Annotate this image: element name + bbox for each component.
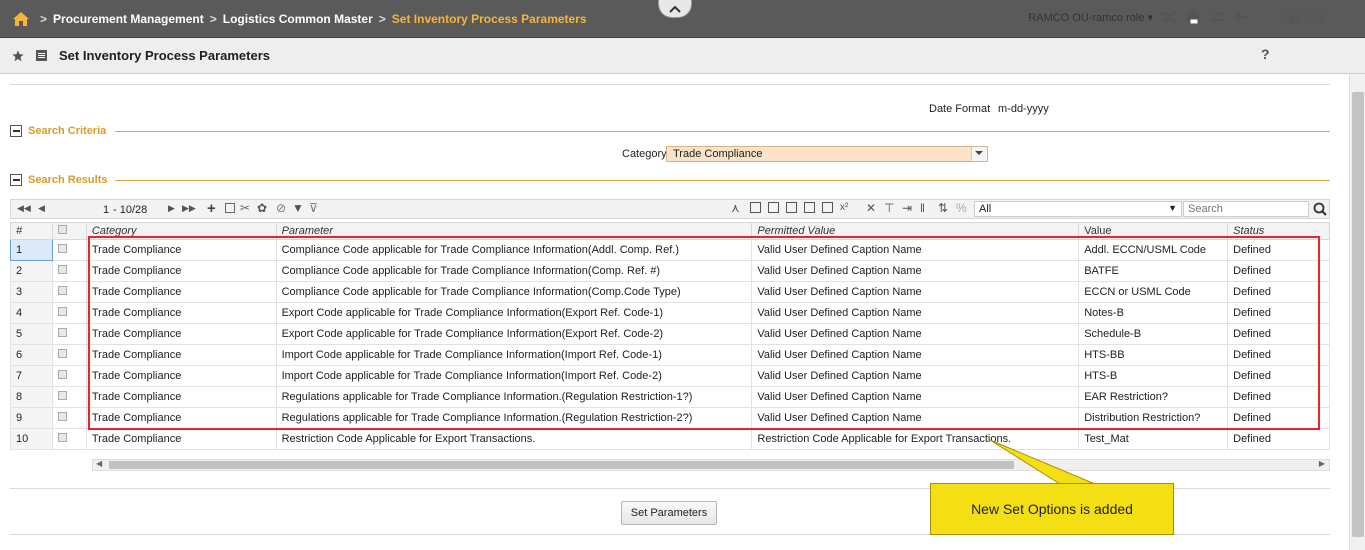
callout-pointer [989, 439, 1096, 485]
callout-text: New Set Options is added [971, 501, 1133, 517]
callout-note: New Set Options is added [930, 483, 1174, 535]
